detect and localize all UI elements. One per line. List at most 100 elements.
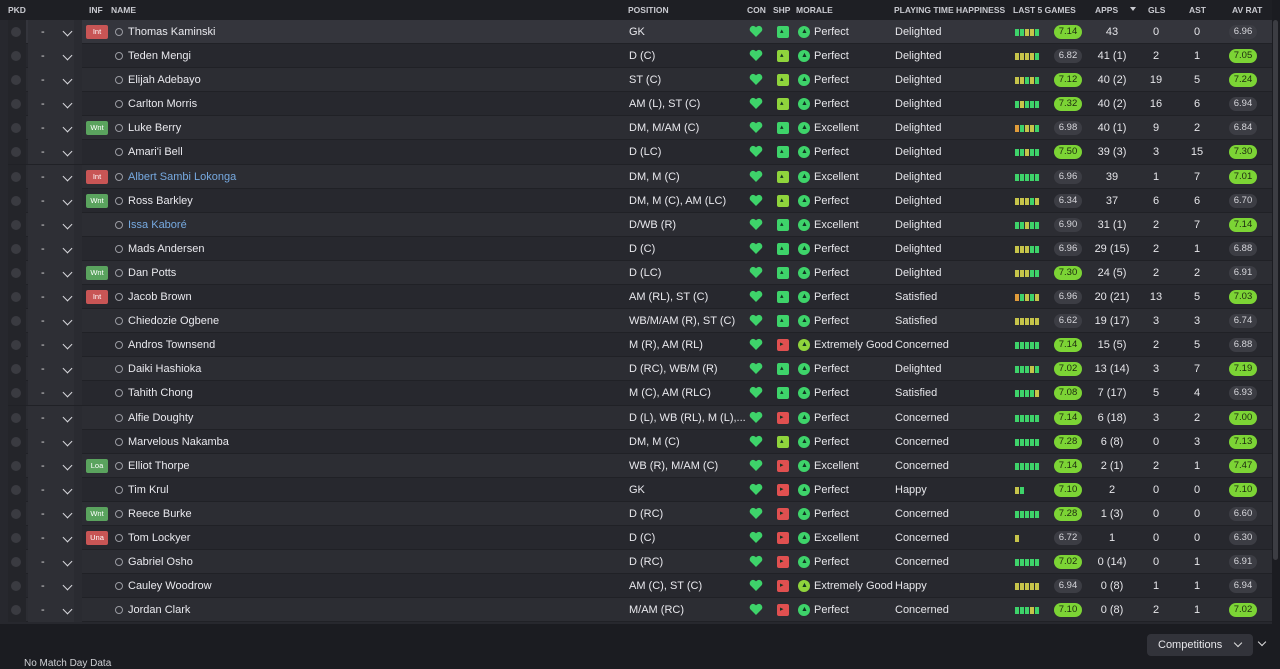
col-con[interactable]: CON [747,5,766,15]
col-position[interactable]: POSITION [628,5,669,15]
pick-toggle[interactable] [11,27,21,37]
pkd-cell[interactable] [8,525,26,550]
table-row[interactable]: - Carlton Morris AM (L), ST (C) ▴ ▲ Perfect De… [8,92,1272,117]
pkd-cell[interactable] [8,68,26,93]
player-name[interactable]: Mads Andersen [128,237,204,261]
table-row[interactable]: - Int Thomas Kaminski GK ▴ ▲ Perfect Delighted 7… [8,20,1272,45]
table-row[interactable]: - Cauley Woodrow AM (C), ST (C) ▸ ▲ Extremely… [8,574,1272,599]
pkd-cell[interactable] [8,92,26,117]
player-name[interactable]: Cauley Woodrow [128,574,212,598]
col-last5[interactable]: LAST 5 GAMES [1013,5,1076,15]
pick-toggle[interactable] [11,243,21,254]
pick-toggle[interactable] [11,605,21,616]
player-name[interactable]: Tahith Chong [128,381,193,405]
pkd-cell[interactable] [8,405,26,430]
col-gls[interactable]: GLS [1148,5,1165,15]
status-badge[interactable]: Wnt [86,506,108,521]
pick-toggle[interactable] [11,508,21,519]
col-morale[interactable]: MORALE [796,5,833,15]
col-avrat[interactable]: AV RAT [1232,5,1262,15]
player-name[interactable]: Chiedozie Ogbene [128,309,219,333]
player-name[interactable]: Daiki Hashioka [128,357,201,381]
player-name[interactable]: Jordan Clark [128,598,190,622]
player-name[interactable]: Alfie Doughty [128,406,193,430]
player-name[interactable]: Amari'i Bell [128,140,183,164]
scrollbar-thumb[interactable] [1273,20,1278,560]
player-name[interactable]: Albert Sambi Lokonga [128,165,236,189]
table-row[interactable]: - Jordan Clark M/AM (RC) ▸ ▲ Perfect Concerned… [8,598,1272,623]
player-name[interactable]: Tom Lockyer [128,526,190,550]
pick-toggle[interactable] [11,219,21,230]
chevron-down-icon[interactable] [1257,637,1267,647]
status-badge[interactable]: Una [86,530,108,545]
table-row[interactable]: - Wnt Reece Burke D (RC) ▸ ▲ Perfect Concerned 7… [8,501,1272,526]
pkd-cell[interactable] [8,574,26,599]
pkd-cell[interactable] [8,381,26,406]
status-badge[interactable]: Wnt [86,265,108,280]
table-row[interactable]: - Gabriel Osho D (RC) ▸ ▲ Perfect Concerned 7.0… [8,550,1272,575]
table-row[interactable]: - Chiedozie Ogbene WB/M/AM (R), ST (C) ▴ ▲ Pe… [8,309,1272,334]
player-name[interactable]: Elliot Thorpe [128,454,190,478]
pick-toggle[interactable] [11,557,21,568]
table-row[interactable]: - Elijah Adebayo ST (C) ▴ ▲ Perfect Delighted 7… [8,68,1272,93]
pick-toggle[interactable] [11,484,21,495]
player-name[interactable]: Luke Berry [128,116,181,140]
pkd-cell[interactable] [8,44,26,69]
table-row[interactable]: - Marvelous Nakamba DM, M (C) ▴ ▲ Perfect Conc… [8,429,1272,454]
col-ast[interactable]: AST [1189,5,1206,15]
col-shp[interactable]: SHP [773,5,790,15]
pkd-cell[interactable] [8,357,26,382]
player-name[interactable]: Teden Mengi [128,44,191,68]
col-apps[interactable]: APPS [1095,5,1118,15]
table-row[interactable]: - Teden Mengi D (C) ▴ ▲ Perfect Delighted 6.82 4… [8,44,1272,69]
pick-toggle[interactable] [11,267,21,278]
pkd-cell[interactable] [8,429,26,454]
pick-toggle[interactable] [11,364,21,375]
table-row[interactable]: - Andros Townsend M (R), AM (RL) ▸ ▲ Extremel… [8,333,1272,358]
player-name[interactable]: Elijah Adebayo [128,68,201,92]
player-name[interactable]: Thomas Kaminski [128,20,215,44]
table-row[interactable]: - Issa Kaboré D/WB (R) ▴ ▲ Excellent Delighted… [8,212,1272,237]
pick-toggle[interactable] [11,195,21,206]
table-row[interactable]: - Int Albert Sambi Lokonga DM, M (C) ▴ ▲ Excel… [8,164,1272,189]
pkd-cell[interactable] [8,236,26,261]
pkd-cell[interactable] [8,598,26,623]
pkd-cell[interactable] [8,164,26,189]
pick-toggle[interactable] [11,316,21,327]
competitions-dropdown[interactable]: Competitions [1147,634,1253,656]
player-name[interactable]: Gabriel Osho [128,550,193,574]
pick-toggle[interactable] [11,51,21,62]
pkd-cell[interactable] [8,285,26,310]
pkd-cell[interactable] [8,309,26,334]
player-name[interactable]: Tim Krul [128,478,169,502]
player-name[interactable]: Jacob Brown [128,285,192,309]
table-row[interactable]: - Alfie Doughty D (L), WB (RL), M (L),... ▸… [8,405,1272,430]
pkd-cell[interactable] [8,260,26,285]
table-row[interactable]: - Wnt Dan Potts D (LC) ▴ ▲ Perfect Delighted 7.3… [8,260,1272,286]
pkd-cell[interactable] [8,453,26,478]
pick-toggle[interactable] [11,123,21,134]
col-inf[interactable]: INF [89,5,103,15]
table-row[interactable]: - Daiki Hashioka D (RC), WB/M (R) ▴ ▲ Perfect… [8,357,1272,382]
status-badge[interactable]: Int [86,169,108,184]
pick-toggle[interactable] [11,388,21,399]
pkd-cell[interactable] [8,477,26,502]
table-row[interactable]: - Wnt Luke Berry DM, M/AM (C) ▴ ▲ Excellent Del… [8,116,1272,141]
col-pkd[interactable]: PKD [8,5,26,15]
status-badge[interactable]: Wnt [86,121,108,136]
pick-toggle[interactable] [11,460,21,471]
pkd-cell[interactable] [8,550,26,575]
pick-toggle[interactable] [11,412,21,423]
pkd-cell[interactable] [8,188,26,213]
pick-toggle[interactable] [11,171,21,182]
player-name[interactable]: Marvelous Nakamba [128,430,229,454]
player-name[interactable]: Ross Barkley [128,189,193,213]
pick-toggle[interactable] [11,340,21,351]
pkd-cell[interactable] [8,501,26,526]
col-playing-time[interactable]: PLAYING TIME HAPPINESS [894,5,1005,15]
table-row[interactable]: - Int Jacob Brown AM (RL), ST (C) ▴ ▲ Perfect S… [8,285,1272,310]
pkd-cell[interactable] [8,116,26,141]
pkd-cell[interactable] [8,212,26,237]
pick-toggle[interactable] [11,532,21,543]
status-badge[interactable]: Int [86,25,108,39]
